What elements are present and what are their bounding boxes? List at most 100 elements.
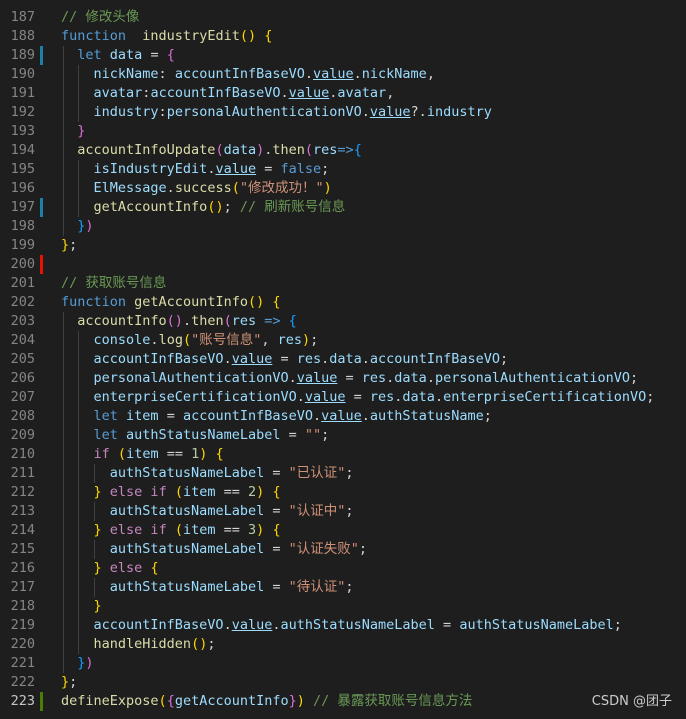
code-token: ): [85, 218, 94, 234]
code-line[interactable]: 214 } else if (item == 3) {: [0, 521, 686, 540]
line-number[interactable]: 201: [0, 274, 35, 293]
code-text: let data = {: [61, 46, 175, 65]
line-number[interactable]: 205: [0, 350, 35, 369]
git-change-marker[interactable]: [40, 255, 43, 274]
code-token: ;: [321, 161, 330, 177]
code-line[interactable]: 216 } else {: [0, 559, 686, 578]
code-token: ==: [215, 522, 249, 538]
line-number[interactable]: 210: [0, 445, 35, 464]
code-line[interactable]: 223 defineExpose({getAccountInfo}) // 暴露获…: [0, 692, 686, 711]
code-line[interactable]: 212 } else if (item == 2) {: [0, 483, 686, 502]
line-number[interactable]: 219: [0, 616, 35, 635]
line-number[interactable]: 220: [0, 635, 35, 654]
line-number[interactable]: 209: [0, 426, 35, 445]
git-change-marker[interactable]: [40, 692, 43, 711]
code-text: // 修改头像: [61, 8, 139, 27]
code-line[interactable]: 194 accountInfoUpdate(data).then(res=>{: [0, 141, 686, 160]
line-number[interactable]: 196: [0, 179, 35, 198]
line-number[interactable]: 193: [0, 122, 35, 141]
line-number[interactable]: 187: [0, 8, 35, 27]
code-line[interactable]: 219 accountInfBaseVO.value.authStatusNam…: [0, 616, 686, 635]
code-line[interactable]: 211 authStatusNameLabel = "已认证";: [0, 464, 686, 483]
code-line[interactable]: 215 authStatusNameLabel = "认证失败";: [0, 540, 686, 559]
line-number[interactable]: 203: [0, 312, 35, 331]
code-line[interactable]: 222};: [0, 673, 686, 692]
code-line[interactable]: 217 authStatusNameLabel = "待认证";: [0, 578, 686, 597]
indent-guide: [78, 65, 80, 122]
line-number[interactable]: 212: [0, 483, 35, 502]
line-number[interactable]: 213: [0, 502, 35, 521]
code-line[interactable]: 190 nickName: accountInfBaseVO.value.nic…: [0, 65, 686, 84]
code-line[interactable]: 210 if (item == 1) {: [0, 445, 686, 464]
code-line[interactable]: 195 isIndustryEdit.value = false;: [0, 160, 686, 179]
code-line[interactable]: 192 industry:personalAuthenticationVO.va…: [0, 103, 686, 122]
code-editor[interactable]: 187 // 修改头像 188 function industryEdit() {18…: [0, 0, 686, 719]
code-text: authStatusNameLabel = "认证失败";: [61, 540, 367, 559]
line-number[interactable]: 217: [0, 578, 35, 597]
code-line[interactable]: 204 console.log("账号信息", res);: [0, 331, 686, 350]
code-line[interactable]: 209 let authStatusNameLabel = "";: [0, 426, 686, 445]
code-line[interactable]: 200: [0, 255, 686, 274]
code-token: =: [280, 427, 305, 443]
code-text: authStatusNameLabel = "认证中";: [61, 502, 354, 521]
line-number[interactable]: 211: [0, 464, 35, 483]
line-number[interactable]: 189: [0, 46, 35, 65]
line-number[interactable]: 198: [0, 217, 35, 236]
line-number[interactable]: 218: [0, 597, 35, 616]
line-number[interactable]: 200: [0, 255, 35, 274]
code-token: else if: [109, 522, 167, 538]
code-line[interactable]: 206 personalAuthenticationVO.value = res…: [0, 369, 686, 388]
line-number[interactable]: 190: [0, 65, 35, 84]
line-number[interactable]: 221: [0, 654, 35, 673]
code-line[interactable]: 203 accountInfo().then(res => {: [0, 312, 686, 331]
code-line[interactable]: 198 }): [0, 217, 686, 236]
line-number[interactable]: 191: [0, 84, 35, 103]
code-token: data: [223, 142, 257, 158]
code-line[interactable]: 193 }: [0, 122, 686, 141]
line-number[interactable]: 199: [0, 236, 35, 255]
code-line[interactable]: 205 accountInfBaseVO.value = res.data.ac…: [0, 350, 686, 369]
code-token: personalAuthenticationVO: [93, 370, 289, 386]
line-number[interactable]: 195: [0, 160, 35, 179]
code-line[interactable]: 187 // 修改头像: [0, 8, 686, 27]
line-number[interactable]: 216: [0, 559, 35, 578]
code-line[interactable]: 188 function industryEdit() {: [0, 27, 686, 46]
line-number[interactable]: 223: [0, 692, 35, 711]
line-number[interactable]: 207: [0, 388, 35, 407]
line-number[interactable]: 194: [0, 141, 35, 160]
code-line[interactable]: 197 getAccountInfo(); // 刷新账号信息: [0, 198, 686, 217]
code-token: getAccountInfo: [134, 294, 248, 310]
line-number[interactable]: 204: [0, 331, 35, 350]
code-token: let: [93, 408, 118, 424]
line-number[interactable]: 202: [0, 293, 35, 312]
code-line[interactable]: 189 let data = {: [0, 46, 686, 65]
code-token: (: [174, 522, 183, 538]
line-number[interactable]: 215: [0, 540, 35, 559]
code-line[interactable]: 191 avatar:accountInfBaseVO.value.avatar…: [0, 84, 686, 103]
code-line[interactable]: 208 let item = accountInfBaseVO.value.au…: [0, 407, 686, 426]
indent-guide: [63, 312, 64, 673]
code-line[interactable]: 199};: [0, 236, 686, 255]
line-number[interactable]: 197: [0, 198, 35, 217]
code-line[interactable]: 201 // 获取账号信息: [0, 274, 686, 293]
code-token: =: [337, 370, 362, 386]
code-line[interactable]: 218 }: [0, 597, 686, 616]
code-token: {: [272, 522, 281, 538]
line-number[interactable]: 214: [0, 521, 35, 540]
line-number[interactable]: 206: [0, 369, 35, 388]
code-line[interactable]: 220 handleHidden();: [0, 635, 686, 654]
git-change-marker[interactable]: [40, 198, 43, 217]
code-line[interactable]: 221 }): [0, 654, 686, 673]
code-line[interactable]: 207 enterpriseCertificationVO.value = re…: [0, 388, 686, 407]
code-token: log: [158, 332, 183, 348]
code-line[interactable]: 213 authStatusNameLabel = "认证中";: [0, 502, 686, 521]
line-number[interactable]: 222: [0, 673, 35, 692]
code-line[interactable]: 196 ElMessage.success("修改成功！"): [0, 179, 686, 198]
line-number[interactable]: 188: [0, 27, 35, 46]
git-change-marker[interactable]: [40, 46, 43, 65]
line-number[interactable]: 192: [0, 103, 35, 122]
line-number[interactable]: 208: [0, 407, 35, 426]
code-line[interactable]: 202 function getAccountInfo() {: [0, 293, 686, 312]
